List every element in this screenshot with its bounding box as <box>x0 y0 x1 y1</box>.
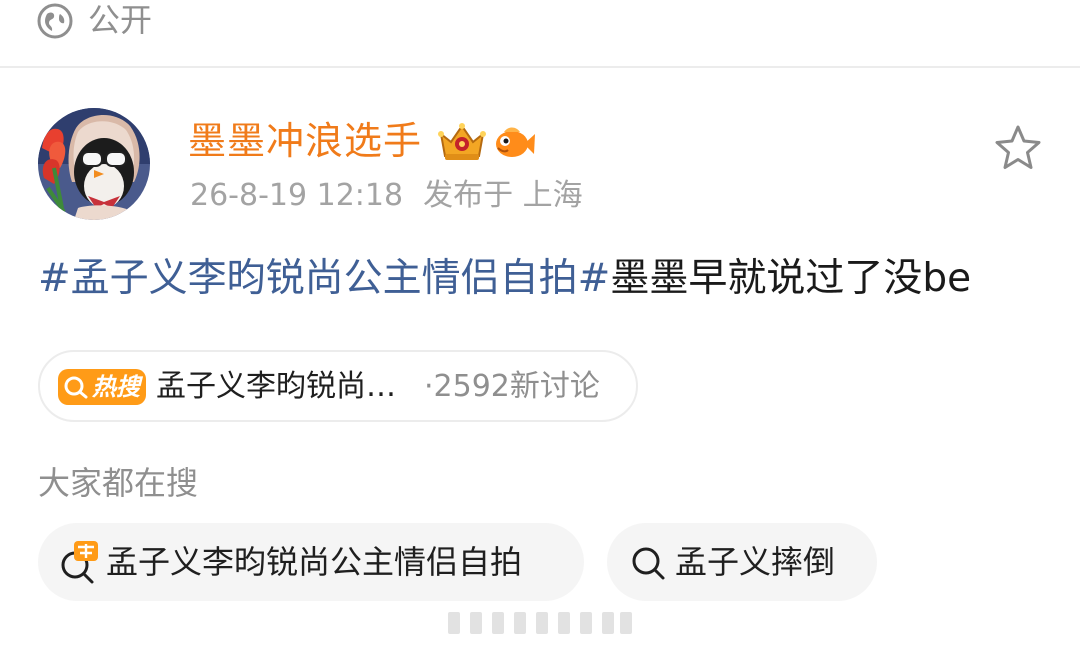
globe-icon <box>37 3 73 39</box>
hot-search-card[interactable]: 热搜 孟子义李昀锐尚… ·2592新讨论 <box>38 350 638 422</box>
visibility-header: 公开 <box>0 0 1080 68</box>
search-suggestion-hot[interactable]: 孟子义李昀锐尚公主情侣自拍 <box>38 523 584 601</box>
avatar[interactable] <box>38 108 150 220</box>
hot-search-badge: 热搜 <box>58 369 146 405</box>
search-icon <box>64 376 88 399</box>
post-location: 发布于 上海 <box>423 178 583 213</box>
search-icon <box>632 547 665 580</box>
post-meta: 26-8-19 12:18 发布于 上海 <box>190 176 603 216</box>
fish-badge-icon <box>496 127 535 157</box>
pager-indicator <box>448 610 632 638</box>
search-suggestion-text: 孟子义摔倒 <box>675 543 836 581</box>
post-timestamp: 26-8-19 12:18 <box>190 178 404 213</box>
hot-search-topic: 孟子义李昀锐尚… <box>156 369 396 404</box>
crown-badge-icon <box>438 123 486 160</box>
post-text: #孟子义李昀锐尚公主情侣自拍#墨墨早就说过了没be <box>38 250 971 308</box>
hot-search-count: ·2592新讨论 <box>424 369 600 404</box>
star-outline-icon <box>995 125 1041 169</box>
post-hashtag-link[interactable]: #孟子义李昀锐尚公主情侣自拍# <box>38 256 610 301</box>
hot-search-icon <box>61 541 98 584</box>
hot-search-badge-label: 热搜 <box>92 373 140 401</box>
post-body-text: 墨墨早就说过了没be <box>610 256 972 301</box>
visibility-label: 公开 <box>88 1 153 39</box>
search-suggestion-text: 孟子义李昀锐尚公主情侣自拍 <box>106 543 523 581</box>
favorite-button[interactable] <box>990 122 1046 174</box>
everyone-searching-label: 大家都在搜 <box>38 464 199 502</box>
search-suggestion[interactable]: 孟子义摔倒 <box>607 523 877 601</box>
author-name[interactable]: 墨墨冲浪选手 <box>188 116 422 166</box>
